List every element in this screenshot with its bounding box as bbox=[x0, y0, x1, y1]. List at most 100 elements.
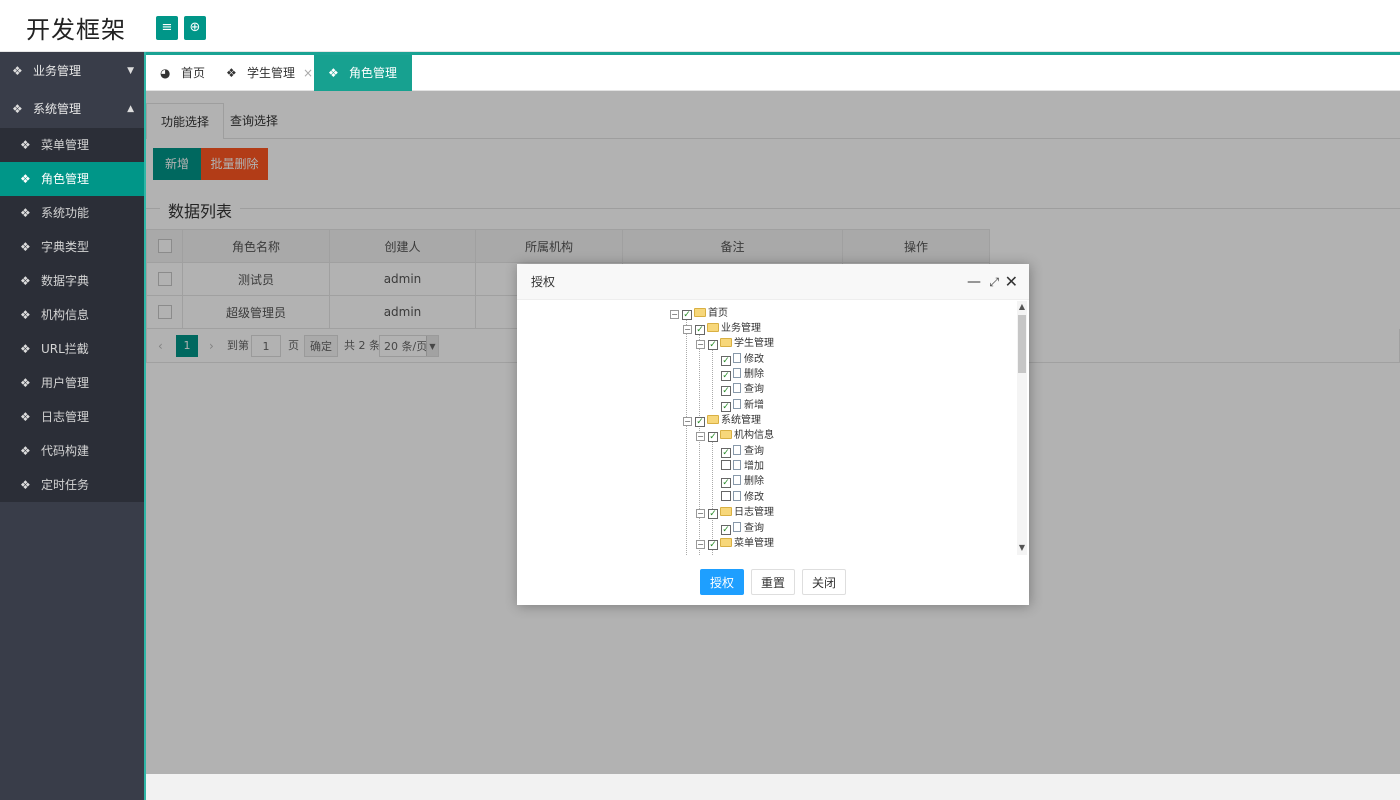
tree-node[interactable]: ✓ 删除 bbox=[721, 474, 764, 489]
sidebar-group-label: 系统管理 bbox=[33, 102, 82, 116]
tree-node-label: 修改 bbox=[744, 492, 764, 503]
collapse-icon[interactable]: − bbox=[696, 340, 705, 349]
tree-checkbox[interactable] bbox=[721, 460, 731, 470]
sidebar-item-dict-data[interactable]: ❖ 数据字典 bbox=[0, 264, 144, 298]
tree-node[interactable]: − ✓ 学生管理 bbox=[696, 336, 774, 351]
sidebar-group-label: 业务管理 bbox=[33, 64, 82, 78]
tree-checkbox[interactable]: ✓ bbox=[695, 417, 705, 427]
tree-node-label: 查询 bbox=[744, 446, 764, 457]
tree-checkbox[interactable]: ✓ bbox=[708, 540, 718, 550]
sidebar-item-log[interactable]: ❖ 日志管理 bbox=[0, 400, 144, 434]
dashboard-icon: ◕ bbox=[160, 66, 171, 80]
tree-node[interactable]: ✓ 删除 bbox=[721, 367, 764, 382]
file-icon bbox=[733, 522, 741, 532]
tree-node[interactable]: ✓ 修改 bbox=[721, 352, 764, 367]
folder-icon bbox=[694, 308, 706, 317]
scrollbar-thumb[interactable] bbox=[1018, 315, 1026, 373]
sidebar-item-label: 字典类型 bbox=[41, 240, 90, 254]
tree-checkbox[interactable]: ✓ bbox=[708, 432, 718, 442]
sidebar-item-org[interactable]: ❖ 机构信息 bbox=[0, 298, 144, 332]
sidebar-item-label: 日志管理 bbox=[41, 410, 90, 424]
tab-home[interactable]: ◕ 首页 bbox=[146, 55, 219, 91]
collapse-icon[interactable]: − bbox=[696, 432, 705, 441]
dialog-title: 授权 bbox=[531, 275, 556, 289]
sidebar-group-system[interactable]: ❖ 系统管理 ▲ bbox=[0, 90, 144, 128]
reset-button[interactable]: 重置 bbox=[751, 569, 795, 595]
sidebar-group-business[interactable]: ❖ 业务管理 ▼ bbox=[0, 52, 144, 90]
modules-icon: ❖ bbox=[20, 308, 31, 322]
sidebar-item-role[interactable]: ❖ 角色管理 bbox=[0, 162, 144, 196]
collapse-icon[interactable]: − bbox=[670, 310, 679, 319]
tree-node[interactable]: ✓ 新增 bbox=[721, 398, 764, 413]
globe-icon[interactable]: ⊕ bbox=[184, 16, 206, 40]
tree-checkbox[interactable]: ✓ bbox=[721, 356, 731, 366]
tree-node[interactable]: − ✓ 日志管理 bbox=[696, 505, 774, 520]
authorize-button[interactable]: 授权 bbox=[700, 569, 744, 595]
sidebar-item-codegen[interactable]: ❖ 代码构建 bbox=[0, 434, 144, 468]
tree-scrollbar[interactable]: ▲ ▼ bbox=[1017, 301, 1027, 555]
tree-node-label: 首页 bbox=[708, 308, 728, 319]
file-icon bbox=[733, 383, 741, 393]
sidebar-item-label: 系统功能 bbox=[41, 206, 90, 220]
scroll-down-icon[interactable]: ▼ bbox=[1017, 543, 1027, 553]
collapse-icon[interactable]: − bbox=[683, 325, 692, 334]
tree-checkbox[interactable]: ✓ bbox=[721, 478, 731, 488]
sidebar-item-label: 机构信息 bbox=[41, 308, 90, 322]
tree-checkbox[interactable]: ✓ bbox=[721, 402, 731, 412]
menu-toggle-icon[interactable]: ≡ bbox=[156, 16, 178, 40]
tree-node-label: 删除 bbox=[744, 476, 764, 487]
sidebar-item-user[interactable]: ❖ 用户管理 bbox=[0, 366, 144, 400]
tree-node-label: 查询 bbox=[744, 384, 764, 395]
tree-node[interactable]: − ✓ 菜单管理 bbox=[696, 536, 774, 551]
sidebar-item-label: 定时任务 bbox=[41, 478, 90, 492]
tree-node-label: 学生管理 bbox=[734, 338, 774, 349]
tree-node-label: 日志管理 bbox=[734, 507, 774, 518]
tree-node[interactable]: 增加 bbox=[721, 459, 764, 474]
maximize-icon[interactable]: ⤢ bbox=[989, 264, 999, 300]
dialog-header: 授权 — ⤢ ✕ bbox=[517, 264, 1029, 300]
tree-checkbox[interactable]: ✓ bbox=[682, 310, 692, 320]
minimize-icon[interactable]: — bbox=[967, 264, 981, 300]
close-button[interactable]: 关闭 bbox=[802, 569, 846, 595]
tree-checkbox[interactable]: ✓ bbox=[721, 525, 731, 535]
tree-node[interactable]: ✓ 查询 bbox=[721, 444, 764, 459]
close-icon[interactable]: ✕ bbox=[1005, 264, 1018, 300]
tree-checkbox[interactable]: ✓ bbox=[708, 340, 718, 350]
sidebar-item-menu[interactable]: ❖ 菜单管理 bbox=[0, 128, 144, 162]
scroll-up-icon[interactable]: ▲ bbox=[1017, 302, 1027, 312]
sidebar-item-url[interactable]: ❖ URL拦截 bbox=[0, 332, 144, 366]
folder-icon bbox=[720, 538, 732, 547]
collapse-icon[interactable]: − bbox=[696, 509, 705, 518]
sidebar-item-function[interactable]: ❖ 系统功能 bbox=[0, 196, 144, 230]
sidebar-item-dict-type[interactable]: ❖ 字典类型 bbox=[0, 230, 144, 264]
tab-student[interactable]: ❖ 学生管理 × bbox=[212, 55, 327, 91]
folder-icon bbox=[720, 338, 732, 347]
file-icon bbox=[733, 475, 741, 485]
tab-role[interactable]: ❖角色管理× bbox=[314, 55, 412, 116]
tree-checkbox[interactable]: ✓ bbox=[721, 386, 731, 396]
collapse-icon[interactable]: − bbox=[683, 417, 692, 426]
tree-node[interactable]: − ✓ 系统管理 bbox=[683, 413, 761, 428]
sidebar-item-label: 数据字典 bbox=[41, 274, 90, 288]
collapse-icon[interactable]: − bbox=[696, 540, 705, 549]
tree-checkbox[interactable]: ✓ bbox=[695, 325, 705, 335]
tree-node[interactable]: − ✓ 业务管理 bbox=[683, 321, 761, 336]
tree-node-label: 系统管理 bbox=[721, 415, 761, 426]
file-icon bbox=[733, 445, 741, 455]
modules-icon: ❖ bbox=[20, 410, 31, 424]
tree-checkbox[interactable]: ✓ bbox=[721, 448, 731, 458]
tree-node[interactable]: − ✓ 首页 bbox=[670, 306, 728, 321]
tree-node[interactable]: ✓ 查询 bbox=[721, 382, 764, 397]
close-icon[interactable]: × bbox=[303, 66, 313, 80]
tree-node[interactable]: − ✓ 机构信息 bbox=[696, 428, 774, 443]
tree-checkbox[interactable]: ✓ bbox=[708, 509, 718, 519]
tree-checkbox[interactable] bbox=[721, 491, 731, 501]
tree-node[interactable]: 修改 bbox=[721, 490, 764, 505]
tree-node[interactable]: ✓ 查询 bbox=[721, 521, 764, 536]
sidebar-item-schedule[interactable]: ❖ 定时任务 bbox=[0, 468, 144, 502]
tree-checkbox[interactable]: ✓ bbox=[721, 371, 731, 381]
file-icon bbox=[733, 491, 741, 501]
modules-icon: ❖ bbox=[12, 64, 23, 78]
file-icon bbox=[733, 353, 741, 363]
tree-node-label: 增加 bbox=[744, 461, 764, 472]
